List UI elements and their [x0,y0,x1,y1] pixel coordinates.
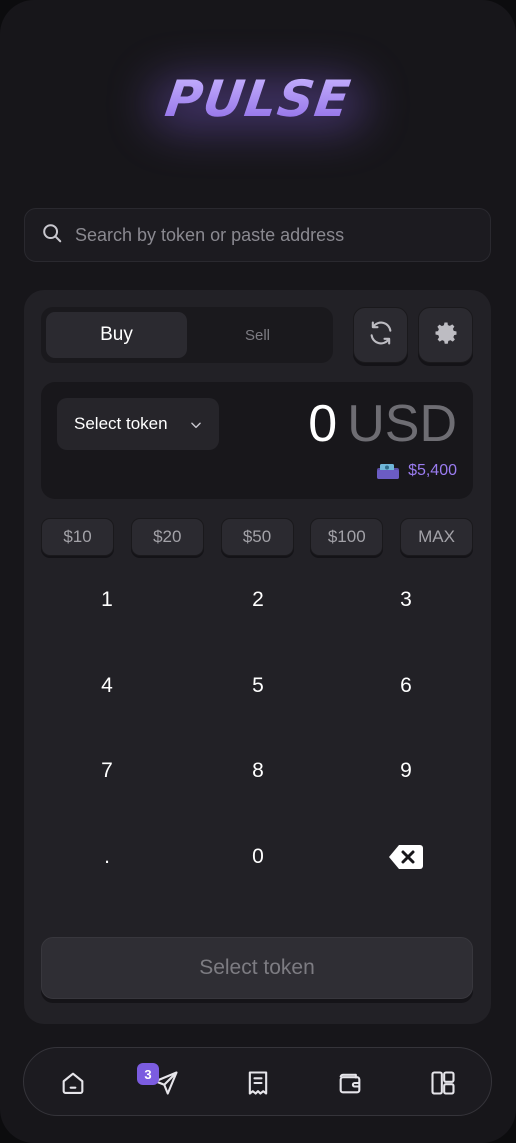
tab-sell[interactable]: Sell [187,312,328,358]
search-bar[interactable] [24,208,491,262]
key-5[interactable]: 5 [208,656,308,716]
backspace-key[interactable] [356,827,456,887]
backspace-icon [389,845,423,869]
key-8[interactable]: 8 [208,741,308,801]
wallet-cash-icon [377,464,400,479]
amount-display: 0 USD [308,394,457,454]
search-icon [41,222,63,249]
wallet-icon [339,1073,361,1094]
quick-amount-max[interactable]: MAX [400,518,473,556]
search-input[interactable] [75,224,475,246]
refresh-icon [367,319,395,352]
nav-receipts[interactable] [243,1068,273,1098]
gear-icon [432,319,460,352]
amount-panel: Select token 0 USD $5,400 [41,382,473,499]
trade-card: Buy Sell Select token 0 USD $5,400 $10 $… [24,290,491,1024]
amount-value: 0 [308,395,338,453]
chevron-down-icon [191,422,201,429]
tab-buy[interactable]: Buy [46,312,187,358]
key-2[interactable]: 2 [208,570,308,630]
quick-amount-50[interactable]: $50 [220,518,294,556]
nav-home[interactable] [58,1068,88,1098]
balance-amount: $5,400 [408,462,457,479]
refresh-button[interactable] [353,307,408,363]
key-4[interactable]: 4 [57,656,157,716]
key-decimal[interactable]: . [57,827,157,887]
settings-button[interactable] [418,307,473,363]
amount-currency: USD [347,395,457,453]
key-9[interactable]: 9 [356,741,456,801]
token-select-dropdown[interactable]: Select token [57,398,219,450]
quick-amount-10[interactable]: $10 [41,518,114,556]
nav-layout[interactable] [428,1068,458,1098]
wallet-balance: $5,400 [376,462,457,480]
select-token-button[interactable]: Select token [41,937,473,999]
receipt-icon [248,1071,268,1095]
quick-amount-row: $10 $20 $50 $100 MAX [41,518,473,556]
token-select-label: Select token [74,414,168,433]
quick-amount-20[interactable]: $20 [130,518,204,556]
app-logo: PULSE [0,70,516,128]
key-7[interactable]: 7 [57,741,157,801]
layout-icon [431,1071,455,1095]
key-1[interactable]: 1 [57,570,157,630]
key-0[interactable]: 0 [208,827,308,887]
send-badge: 3 [137,1063,159,1085]
key-6[interactable]: 6 [356,656,456,716]
buy-sell-toggle: Buy Sell [41,307,333,363]
quick-amount-100[interactable]: $100 [310,518,384,556]
app-screen: PULSE Buy Sell [0,0,516,1143]
numeric-keypad: 1 2 3 4 5 6 7 8 9 . 0 [41,570,473,910]
home-icon [62,1072,84,1094]
key-3[interactable]: 3 [356,570,456,630]
bottom-nav: 3 [23,1047,492,1116]
nav-wallet[interactable] [335,1068,365,1098]
